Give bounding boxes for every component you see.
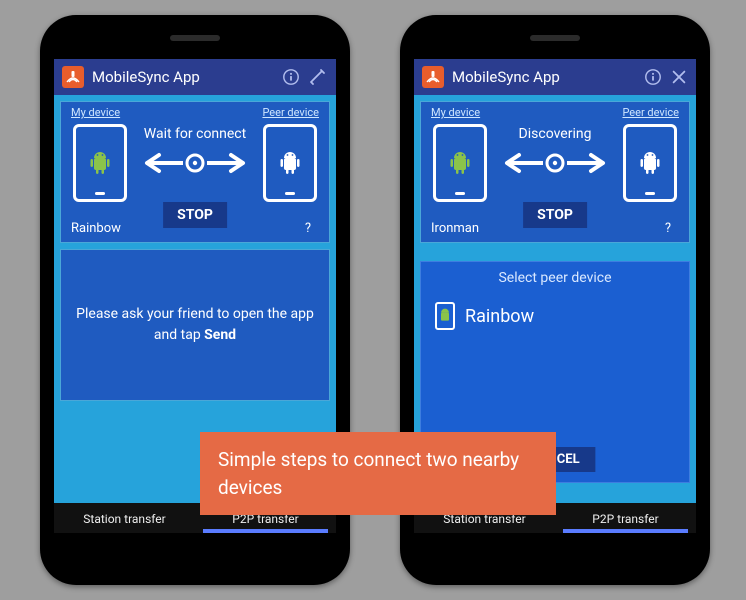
info-icon[interactable] [644, 68, 662, 86]
tools-icon[interactable] [670, 68, 688, 86]
message-panel: Please ask your friend to open the app a… [60, 249, 330, 401]
info-icon[interactable] [282, 68, 300, 86]
phone-icon [435, 302, 455, 330]
stop-button[interactable]: STOP [523, 202, 587, 228]
stop-button[interactable]: STOP [163, 202, 227, 228]
peer-device-label[interactable]: Peer device [622, 106, 679, 119]
app-logo-icon [62, 66, 84, 88]
arrows-icon [493, 148, 617, 178]
connection-status: Wait for connect [144, 126, 246, 142]
my-device-name: Ironman [431, 221, 479, 236]
peer-device-label[interactable]: Peer device [262, 106, 319, 119]
my-device-label[interactable]: My device [431, 106, 480, 119]
connection-panel: My device Peer device Discovering STOP I… [420, 101, 690, 243]
peer-item-name: Rainbow [465, 306, 534, 327]
instruction-text: Please ask your friend to open the app a… [73, 304, 317, 346]
peer-device-icon [623, 124, 677, 202]
title-bar: MobileSync App [414, 59, 696, 95]
my-device-name: Rainbow [71, 221, 121, 236]
caption-overlay: Simple steps to connect two nearby devic… [200, 432, 556, 515]
phone-speaker [530, 35, 580, 41]
my-device-icon [73, 124, 127, 202]
peer-list-item[interactable]: Rainbow [421, 294, 689, 338]
my-device-icon [433, 124, 487, 202]
tab-station-transfer[interactable]: Station transfer [54, 503, 195, 533]
peer-device-icon [263, 124, 317, 202]
connection-status: Discovering [519, 126, 592, 142]
title-bar: MobileSync App [54, 59, 336, 95]
app-logo-icon [422, 66, 444, 88]
app-title: MobileSync App [92, 68, 274, 86]
arrows-icon [133, 148, 257, 178]
peer-device-name: ? [305, 221, 311, 236]
tab-p2p-transfer[interactable]: P2P transfer [555, 503, 696, 533]
app-title: MobileSync App [452, 68, 636, 86]
settings-icon[interactable] [308, 67, 328, 87]
my-device-label[interactable]: My device [71, 106, 120, 119]
dialog-title: Select peer device [421, 262, 689, 294]
peer-device-name: ? [665, 221, 671, 236]
phone-speaker [170, 35, 220, 41]
connection-panel: My device Peer device Wait for connect S… [60, 101, 330, 243]
